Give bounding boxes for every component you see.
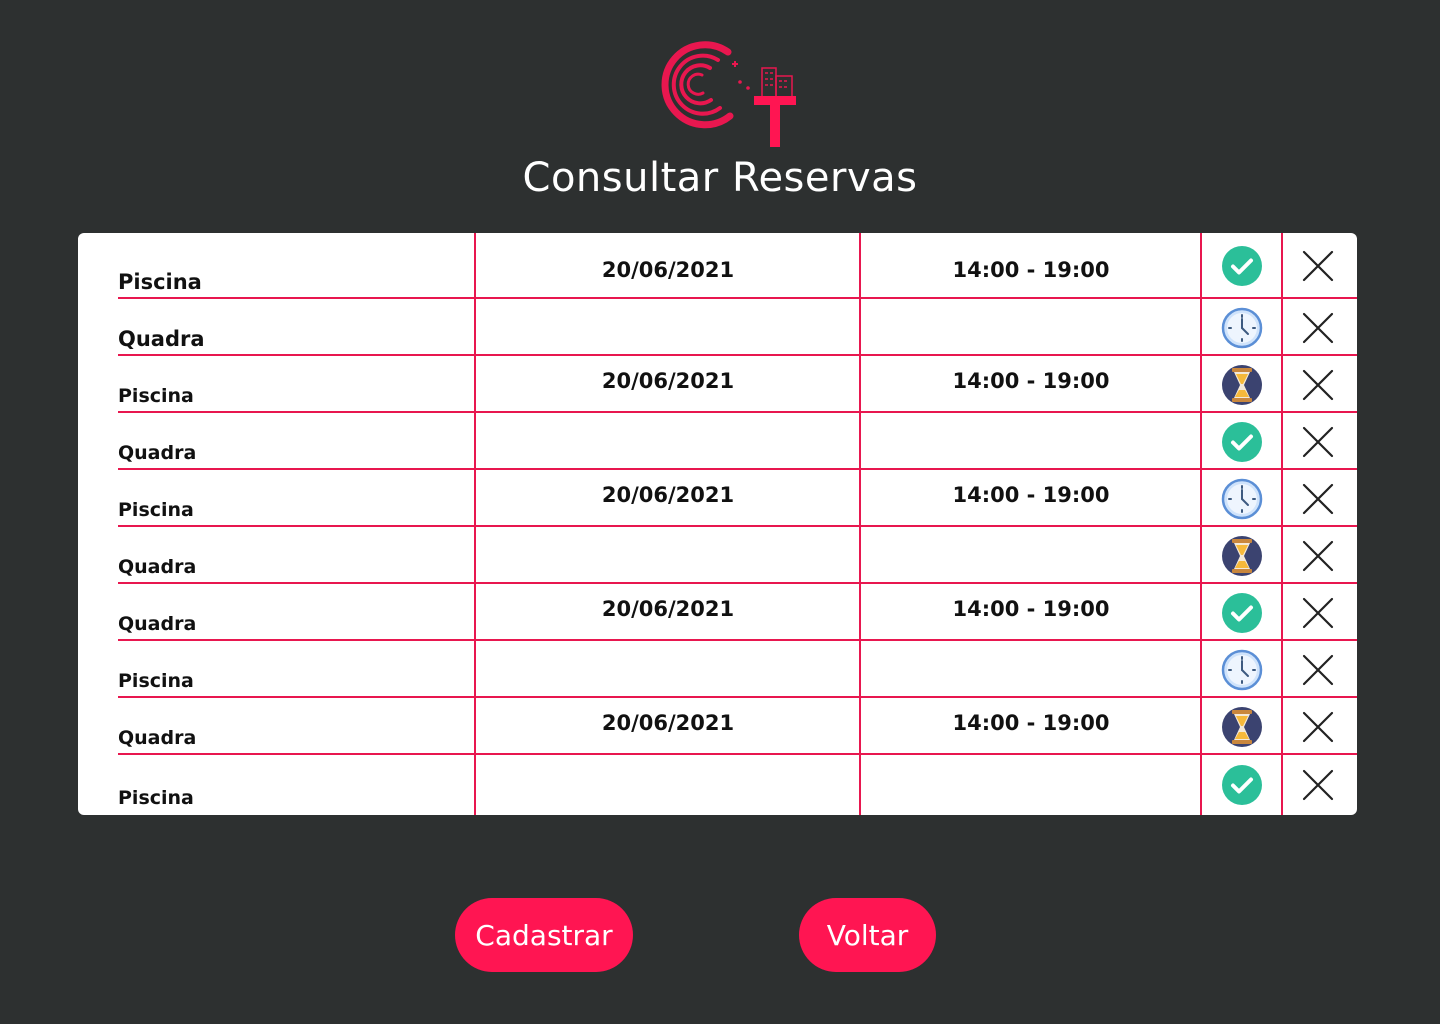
check-icon xyxy=(1220,591,1264,635)
table-row: Piscina xyxy=(78,641,1357,698)
delete-reservation-button[interactable] xyxy=(1300,767,1336,803)
logo xyxy=(661,41,796,147)
delete-reservation-button[interactable] xyxy=(1300,709,1336,745)
reservation-date: 20/06/2021 xyxy=(601,711,735,735)
table-row: Quadra xyxy=(78,527,1357,584)
close-icon xyxy=(1300,711,1336,748)
table-row: Piscina 20/06/2021 14:00 - 19:00 xyxy=(78,470,1357,527)
reservation-name: Piscina xyxy=(118,670,194,692)
check-icon xyxy=(1220,420,1264,464)
close-icon xyxy=(1300,769,1336,806)
reservation-name: Quadra xyxy=(118,727,197,749)
table-row: Piscina xyxy=(78,755,1357,815)
check-icon xyxy=(1220,763,1264,807)
delete-reservation-button[interactable] xyxy=(1300,652,1336,688)
page-title: Consultar Reservas xyxy=(522,155,918,201)
reservation-time: 14:00 - 19:00 xyxy=(952,258,1110,282)
table-row: Piscina 20/06/2021 14:00 - 19:00 xyxy=(78,356,1357,413)
reservation-time: 14:00 - 19:00 xyxy=(952,711,1110,735)
delete-reservation-button[interactable] xyxy=(1300,424,1336,460)
reservation-time: 14:00 - 19:00 xyxy=(952,597,1110,621)
delete-reservation-button[interactable] xyxy=(1300,595,1336,631)
register-button[interactable]: Cadastrar xyxy=(455,898,633,972)
close-icon xyxy=(1300,654,1336,691)
reservation-date: 20/06/2021 xyxy=(601,258,735,282)
clock-icon xyxy=(1220,648,1264,692)
delete-reservation-button[interactable] xyxy=(1300,538,1336,574)
delete-reservation-button[interactable] xyxy=(1300,481,1336,517)
close-icon xyxy=(1300,312,1336,349)
table-row: Piscina 20/06/2021 14:00 - 19:00 xyxy=(78,233,1357,299)
back-button[interactable]: Voltar xyxy=(799,898,936,972)
close-icon xyxy=(1300,369,1336,406)
close-icon xyxy=(1300,250,1336,287)
reservation-name: Piscina xyxy=(118,385,194,407)
reservation-time: 14:00 - 19:00 xyxy=(952,483,1110,507)
reservation-name: Quadra xyxy=(118,327,205,351)
reservation-name: Piscina xyxy=(118,787,194,809)
reservations-table: Piscina 20/06/2021 14:00 - 19:00 Quadra Pisc… xyxy=(78,233,1357,815)
reservation-name: Quadra xyxy=(118,442,197,464)
hourglass-icon xyxy=(1220,705,1264,749)
reservation-time: 14:00 - 19:00 xyxy=(952,369,1110,393)
clock-icon xyxy=(1220,477,1264,521)
table-row: Quadra 20/06/2021 14:00 - 19:00 xyxy=(78,698,1357,755)
reservations-grid: Piscina 20/06/2021 14:00 - 19:00 Quadra Pisc… xyxy=(78,233,1357,815)
table-row: Quadra xyxy=(78,413,1357,470)
reservation-date: 20/06/2021 xyxy=(601,369,735,393)
reservation-name: Piscina xyxy=(118,270,202,294)
hourglass-icon xyxy=(1220,363,1264,407)
table-row: Quadra xyxy=(78,299,1357,356)
close-icon xyxy=(1300,597,1336,634)
check-icon xyxy=(1220,244,1264,288)
close-icon xyxy=(1300,540,1336,577)
delete-reservation-button[interactable] xyxy=(1300,310,1336,346)
delete-reservation-button[interactable] xyxy=(1300,248,1336,284)
close-icon xyxy=(1300,426,1336,463)
reservation-name: Quadra xyxy=(118,556,197,578)
reservation-name: Piscina xyxy=(118,499,194,521)
close-icon xyxy=(1300,483,1336,520)
reservation-date: 20/06/2021 xyxy=(601,483,735,507)
table-row: Quadra 20/06/2021 14:00 - 19:00 xyxy=(78,584,1357,641)
delete-reservation-button[interactable] xyxy=(1300,367,1336,403)
clock-icon xyxy=(1220,306,1264,350)
hourglass-icon xyxy=(1220,534,1264,578)
reservation-date: 20/06/2021 xyxy=(601,597,735,621)
page: Consultar Reservas Piscina 20/06/2021 14:0… xyxy=(0,0,1440,1024)
reservation-name: Quadra xyxy=(118,613,197,635)
